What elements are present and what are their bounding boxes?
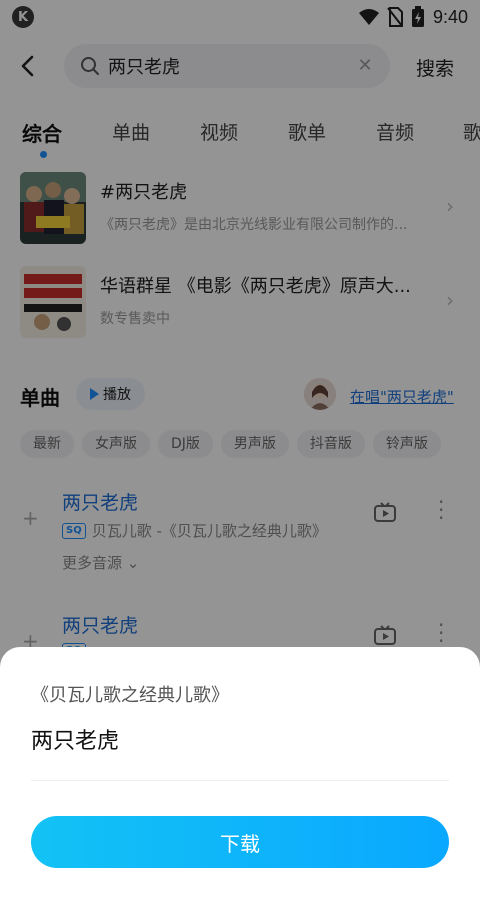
download-button[interactable]: 下载 [31,816,449,868]
divider [31,780,449,781]
sheet-song-name: 两只老虎 [31,729,120,754]
sheet-album-name: 《贝瓦儿歌之经典儿歌》 [31,685,229,706]
download-sheet: 《贝瓦儿歌之经典儿歌》 两只老虎 下载 [0,647,480,913]
